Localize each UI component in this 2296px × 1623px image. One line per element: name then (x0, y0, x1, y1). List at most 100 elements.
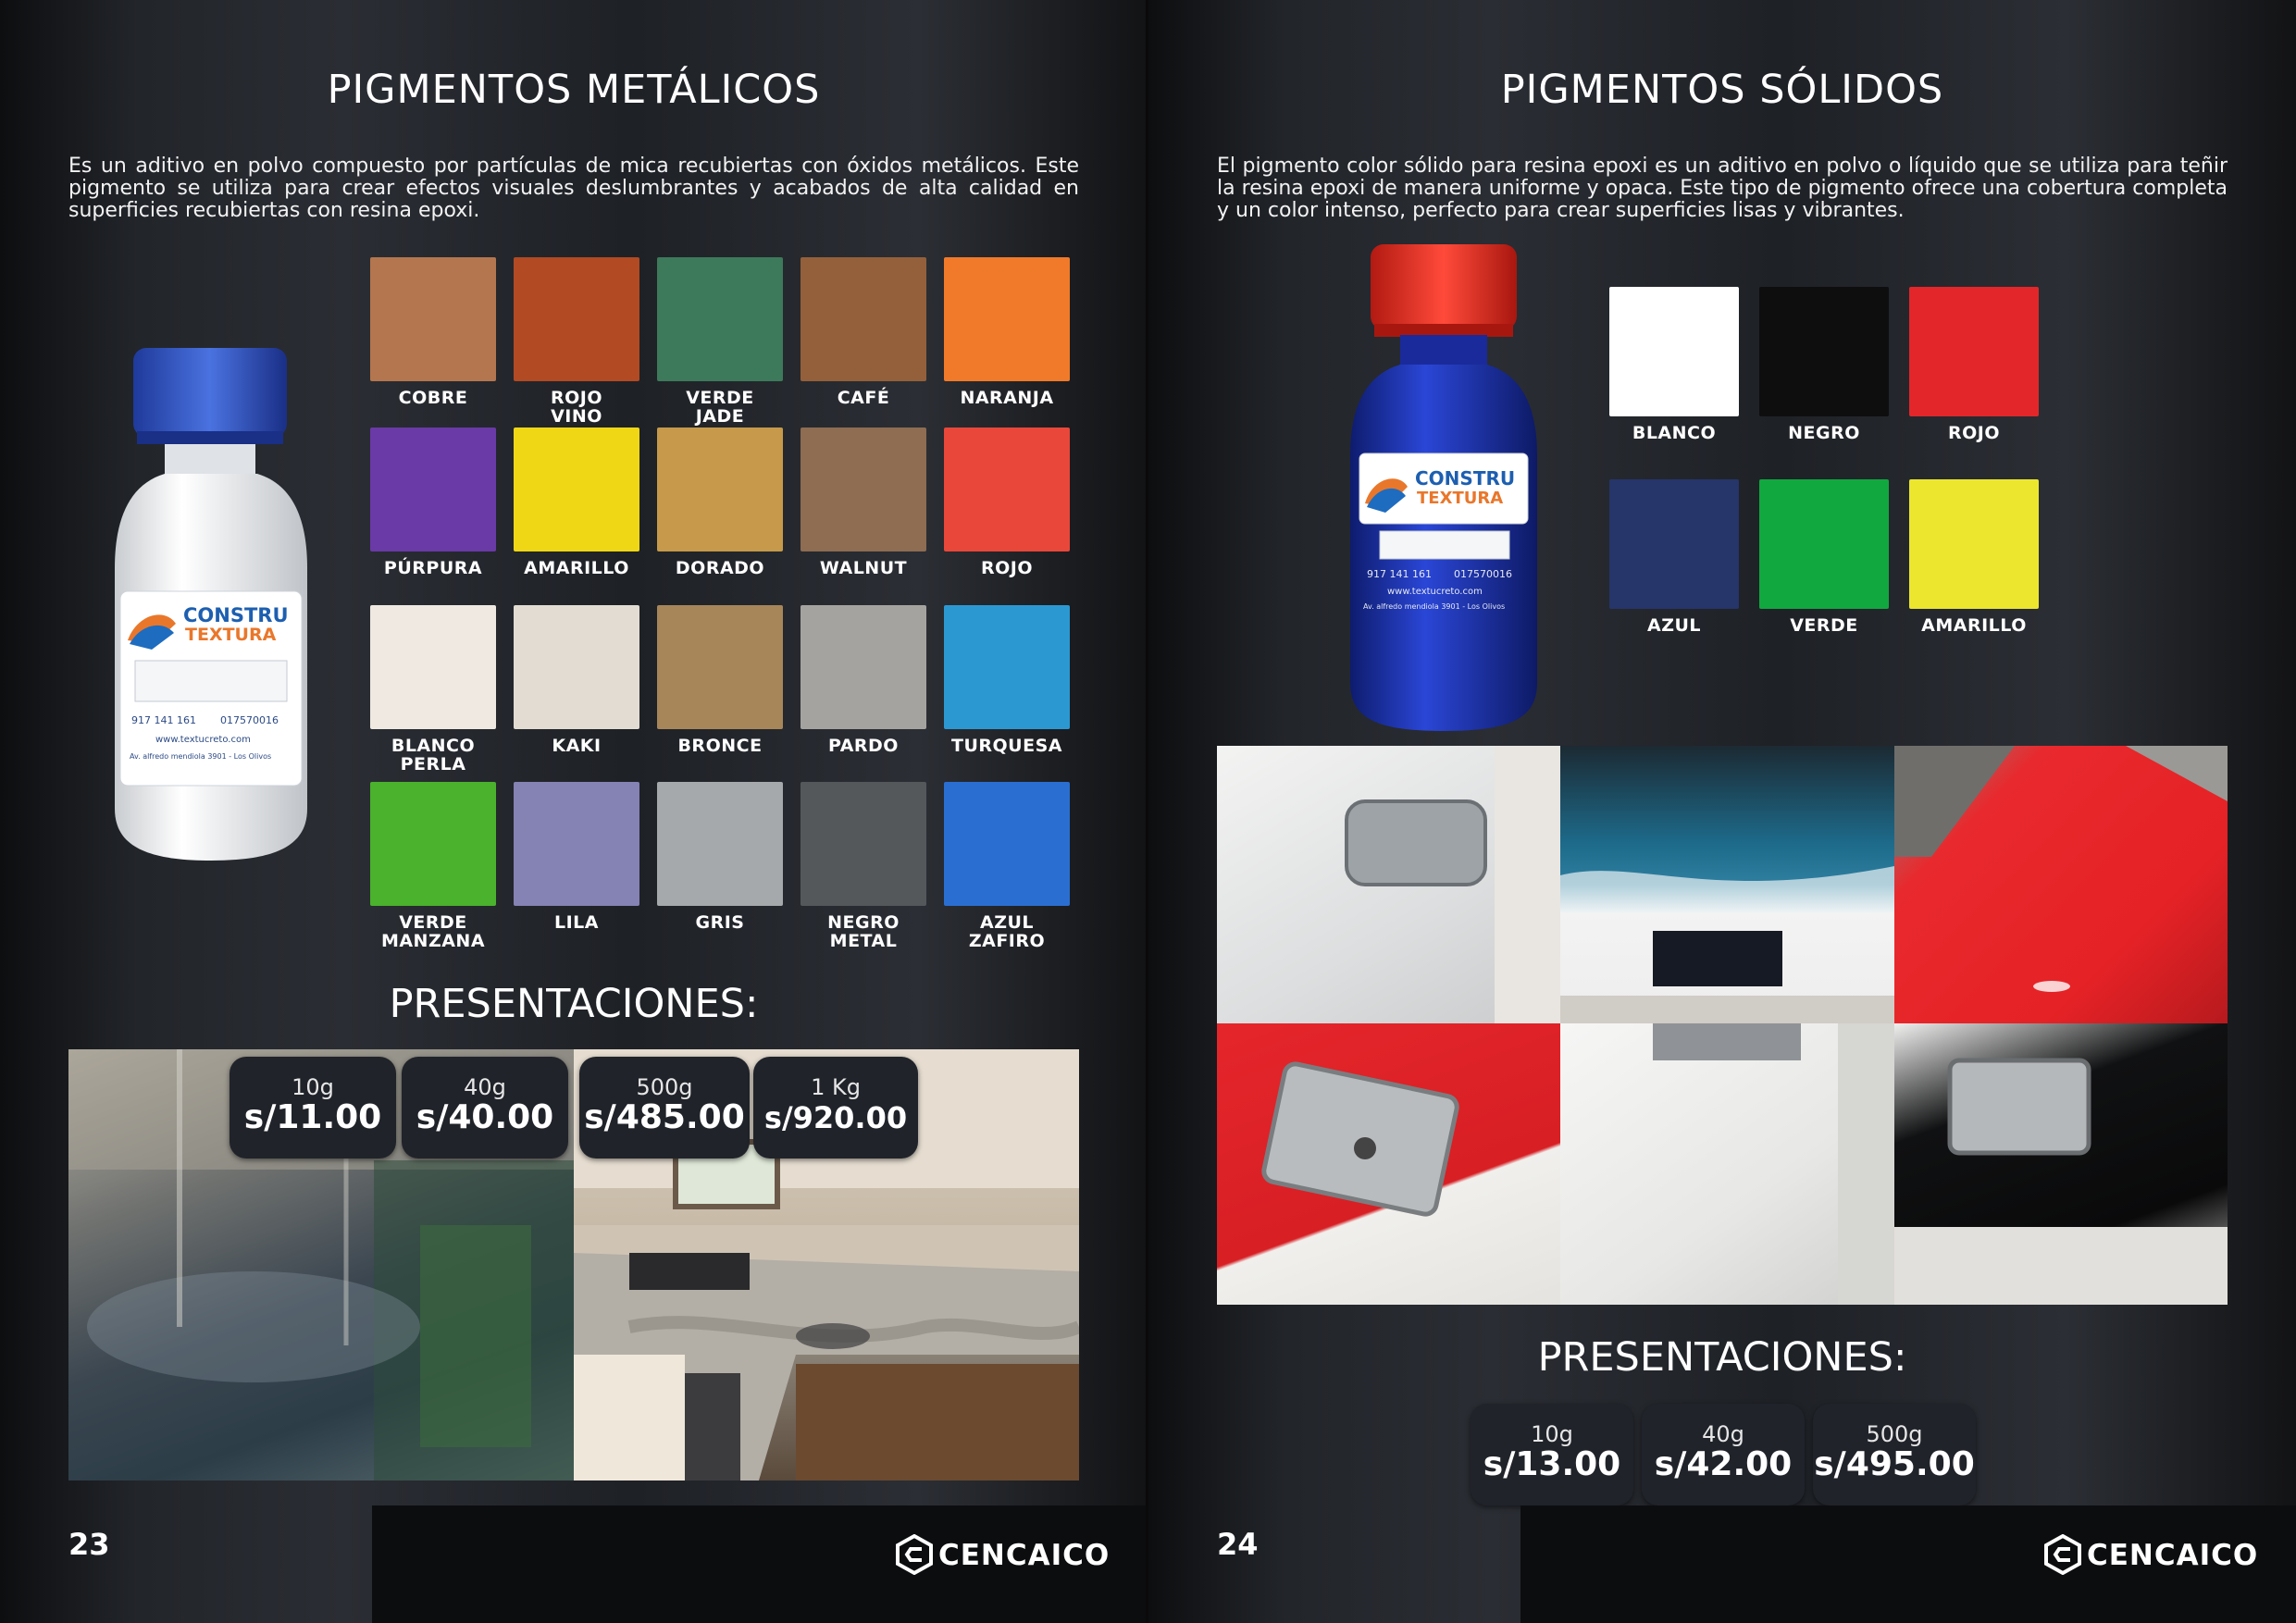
color-swatch (370, 257, 496, 381)
color-swatch (657, 605, 783, 729)
color-swatch-label: ROJO (980, 558, 1033, 578)
countertop-photo-white (1560, 1023, 1894, 1305)
color-swatch-label: VERDE JADE (686, 388, 754, 427)
color-swatch (1909, 287, 2039, 416)
color-swatch (800, 605, 926, 729)
page-title: PIGMENTOS SÓLIDOS (1500, 67, 1944, 113)
bottle-phone: 917 141 161 (131, 714, 196, 726)
cencaico-logo-icon (2044, 1534, 2081, 1575)
bottle-address: Av. alfredo mendiola 3901 - Los Olivos (130, 752, 271, 761)
color-swatch-label: LILA (554, 912, 599, 933)
countertop-photo-ocean-epoxy (1560, 746, 1894, 1023)
color-swatch (1909, 479, 2039, 609)
color-swatch-label: PARDO (828, 736, 899, 756)
color-swatch-label: BLANCO (1632, 423, 1717, 443)
price-weight: 500g (1866, 1421, 1923, 1447)
bottle-address: Av. alfredo mendiola 3901 - Los Olivos (1363, 602, 1505, 611)
color-swatch-label: AZUL (1646, 615, 1702, 636)
price-tag: 10g s/11.00 (230, 1057, 396, 1158)
color-swatch-label: ROJO (1947, 423, 2000, 443)
countertop-photo-black-sink (1894, 1023, 2228, 1305)
color-swatch (800, 427, 926, 551)
product-bottle-image: CONSTRU TEXTURA 917 141 161 017570016 ww… (115, 348, 307, 861)
color-swatch (800, 782, 926, 906)
color-swatch (514, 782, 639, 906)
color-swatch (370, 782, 496, 906)
price-value: s/42.00 (1654, 1445, 1793, 1483)
cencaico-logo-text: CENCAICO (2087, 1539, 2259, 1572)
color-swatch (944, 782, 1070, 906)
color-swatch (944, 257, 1070, 381)
color-swatch-label: BLANCO PERLA (391, 736, 476, 774)
page-number: 24 (1217, 1527, 1259, 1562)
price-value: s/13.00 (1483, 1445, 1621, 1483)
color-swatch (514, 605, 639, 729)
price-value: s/11.00 (243, 1098, 382, 1136)
price-value: s/920.00 (763, 1100, 908, 1135)
cencaico-logo-text: CENCAICO (938, 1539, 1111, 1572)
color-swatch (944, 605, 1070, 729)
color-swatch-label: VERDE (1790, 615, 1858, 636)
color-swatch-label: NEGRO METAL (827, 912, 900, 951)
price-weight: 1 Kg (811, 1074, 861, 1100)
presentations-title: PRESENTACIONES: (389, 981, 759, 1027)
page-title: PIGMENTOS METÁLICOS (327, 67, 821, 113)
price-value: s/485.00 (584, 1098, 745, 1136)
bottle-phone2: 017570016 (1454, 568, 1512, 580)
page-number: 23 (68, 1527, 110, 1562)
price-tag: 500g s/485.00 (579, 1057, 750, 1158)
price-tag: 40g s/42.00 (1642, 1404, 1805, 1505)
price-tag: 40g s/40.00 (402, 1057, 568, 1158)
color-swatch-label: AMARILLO (1921, 615, 2027, 636)
color-swatch (370, 605, 496, 729)
price-tag: 10g s/13.00 (1471, 1404, 1633, 1505)
price-value: s/40.00 (416, 1098, 554, 1136)
product-description: Es un aditivo en polvo compuesto por par… (68, 155, 1079, 222)
color-swatch (1759, 287, 1889, 416)
price-weight: 500g (636, 1074, 693, 1100)
color-swatch-label: AMARILLO (524, 558, 629, 578)
bottle-brand-line1: CONSTRU (183, 604, 289, 626)
presentations-title: PRESENTACIONES: (1537, 1334, 1907, 1381)
price-weight: 10g (292, 1074, 334, 1100)
color-swatch-label: GRIS (695, 912, 745, 933)
color-swatch (370, 427, 496, 551)
color-swatch (1609, 287, 1739, 416)
color-swatch-label: NEGRO (1788, 423, 1860, 443)
bottle-brand-line1: CONSTRU (1415, 467, 1515, 489)
color-swatch-label: TURQUESA (951, 736, 1062, 756)
cencaico-logo-icon (896, 1534, 933, 1575)
color-swatch (944, 427, 1070, 551)
color-swatch (657, 427, 783, 551)
bottle-phone2: 017570016 (220, 714, 279, 726)
color-swatch (514, 257, 639, 381)
price-tag: 500g s/495.00 (1813, 1404, 1976, 1505)
color-swatch (800, 257, 926, 381)
color-swatch-label: AZUL ZAFIRO (968, 912, 1046, 951)
bottle-phone: 917 141 161 (1367, 568, 1432, 580)
countertop-photo-white-sink (1217, 746, 1560, 1023)
color-swatch-label: DORADO (675, 558, 765, 578)
bottle-brand-line2: TEXTURA (185, 625, 277, 645)
price-weight: 40g (464, 1074, 506, 1100)
price-weight: 10g (1531, 1421, 1573, 1447)
color-swatch-label: KAKI (552, 736, 602, 756)
color-swatch-label: VERDE MANZANA (380, 912, 486, 951)
color-swatch-label: PÚRPURA (383, 558, 483, 578)
bottle-web: www.textucreto.com (1387, 587, 1483, 597)
color-swatch-label: BRONCE (677, 736, 763, 756)
product-description: El pigmento color sólido para resina epo… (1217, 155, 2228, 222)
color-swatch-label: NARANJA (960, 388, 1054, 408)
color-swatch-label: COBRE (398, 388, 468, 408)
price-tag: 1 Kg s/920.00 (753, 1057, 918, 1158)
color-swatch (657, 257, 783, 381)
countertop-photo-red-sink (1217, 1023, 1560, 1305)
cencaico-logo: CENCAICO (896, 1534, 1109, 1575)
price-value: s/495.00 (1814, 1445, 1975, 1483)
price-weight: 40g (1702, 1421, 1744, 1447)
color-swatch (1609, 479, 1739, 609)
color-swatch-label: ROJO VINO (550, 388, 602, 427)
page-right: PIGMENTOS SÓLIDOS El pigmento color sóli… (1148, 0, 2296, 1623)
color-swatch-label: CAFÉ (837, 388, 890, 408)
bottle-brand-line2: TEXTURA (1417, 489, 1503, 508)
